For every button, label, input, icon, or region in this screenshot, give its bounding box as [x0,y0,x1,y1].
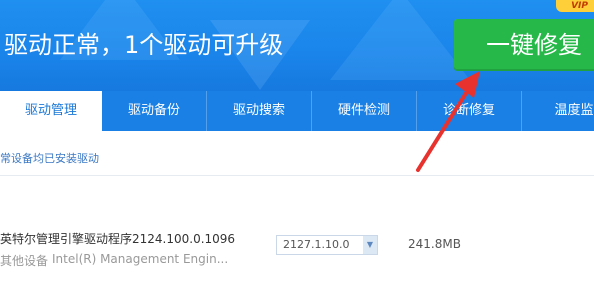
annotation-arrow-icon [416,71,480,172]
annotation-arrow-shaft [416,80,475,172]
